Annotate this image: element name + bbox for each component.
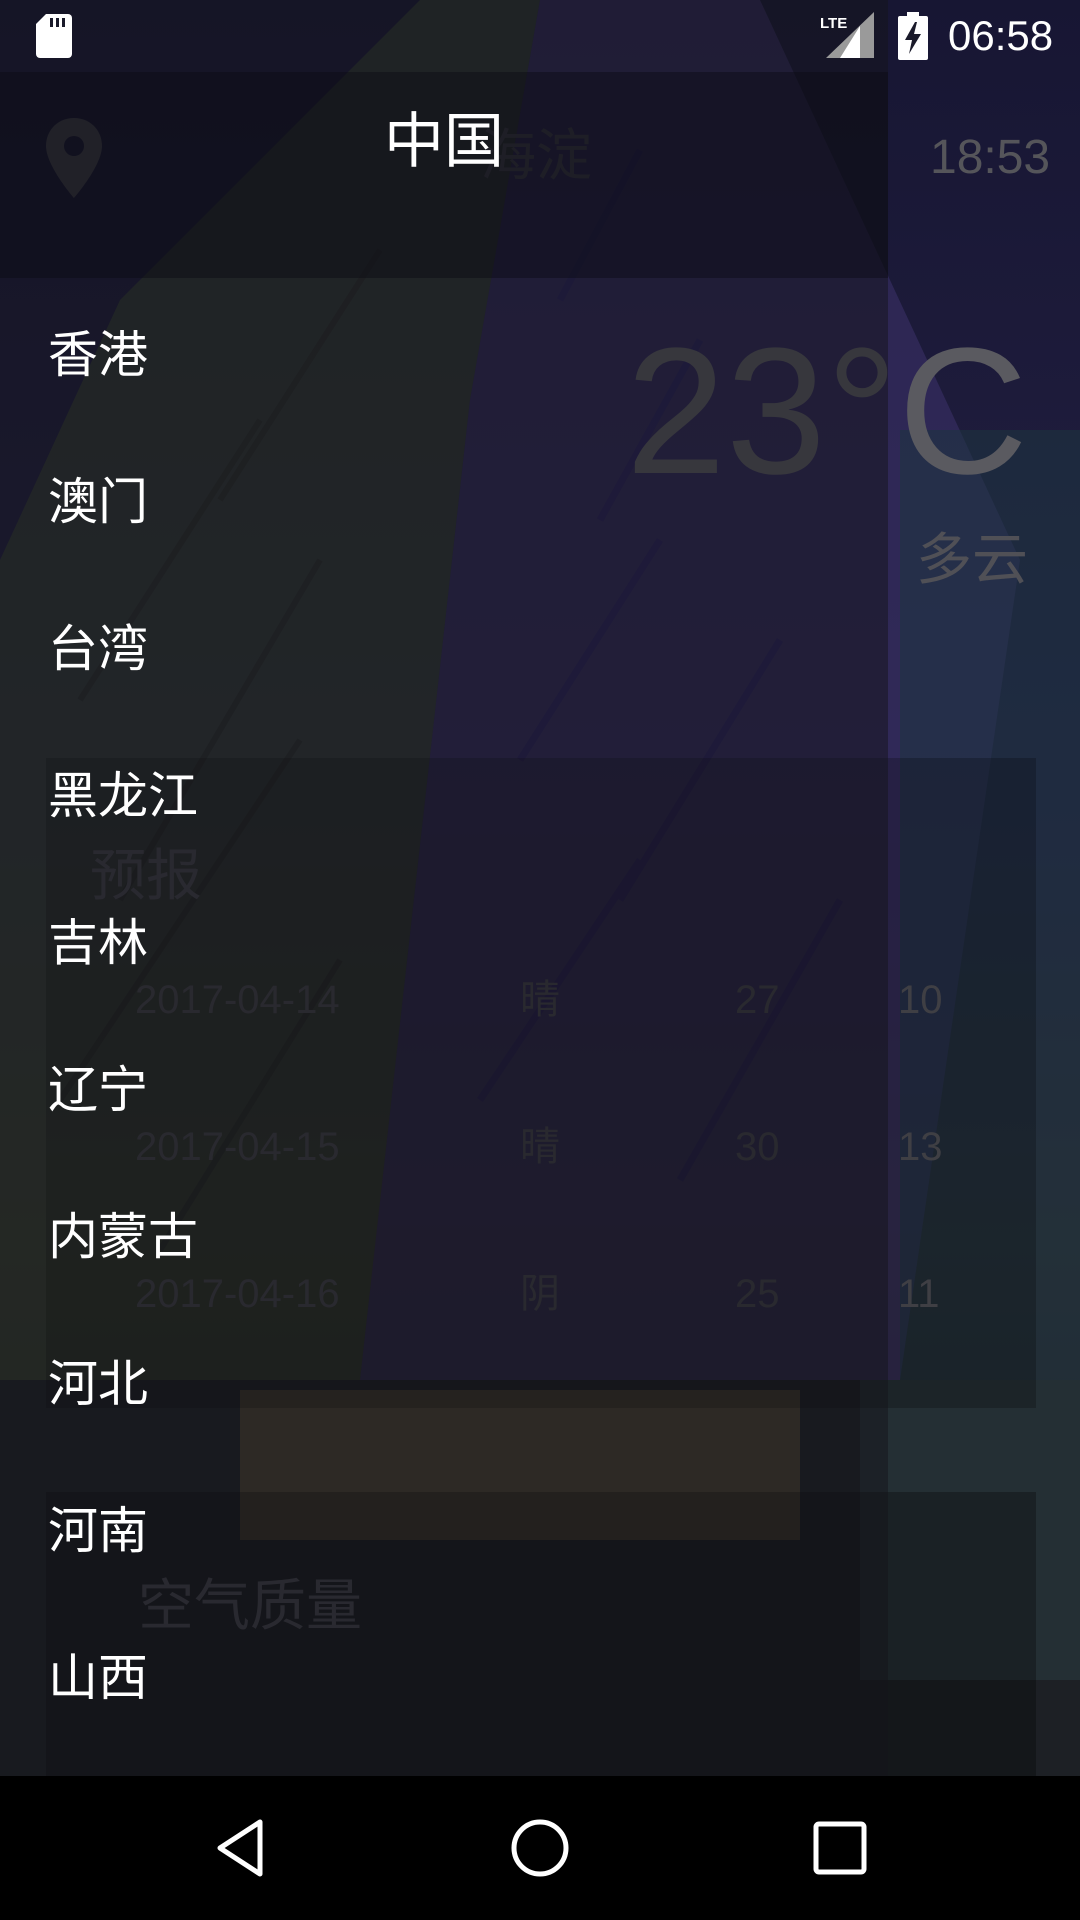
list-item[interactable]: 内蒙古 [0,1164,888,1311]
current-condition: 多云 [916,528,1028,593]
list-item[interactable]: 香港 [0,282,888,429]
navigation-bar [0,1776,1080,1920]
list-item[interactable]: 河南 [0,1458,888,1605]
list-item[interactable]: 黑龙江 [0,723,888,870]
status-clock: 06:58 [948,12,1054,59]
list-item[interactable]: 澳门 [0,429,888,576]
navigation-drawer: 中国 香港 澳门 台湾 黑龙江 吉林 辽宁 内蒙古 河北 河南 山西 [0,0,888,1776]
update-time: 18:53 [930,131,1051,184]
list-item[interactable]: 河北 [0,1311,888,1458]
forecast-low: 10 [898,978,943,1022]
back-icon[interactable] [210,1816,274,1880]
screen: LTE 06:58 海淀 18:53 23°C 多云 预报 2017-04-14… [0,0,1080,1920]
lte-signal-icon: LTE [820,12,874,58]
battery-charging-icon [898,12,928,60]
network-label: LTE [820,15,847,32]
forecast-low: 11 [898,1272,940,1316]
recents-icon[interactable] [808,1816,872,1880]
list-item[interactable]: 山西 [0,1605,888,1752]
province-list: 香港 澳门 台湾 黑龙江 吉林 辽宁 内蒙古 河北 河南 山西 [0,282,888,1752]
list-item[interactable]: 吉林 [0,870,888,1017]
list-item[interactable]: 辽宁 [0,1017,888,1164]
forecast-low: 13 [898,1125,943,1169]
sd-card-icon [36,14,72,58]
home-icon[interactable] [508,1816,572,1880]
status-bar: LTE 06:58 [0,0,1080,72]
drawer-title: 中国 [384,107,504,177]
list-item[interactable]: 台湾 [0,576,888,723]
